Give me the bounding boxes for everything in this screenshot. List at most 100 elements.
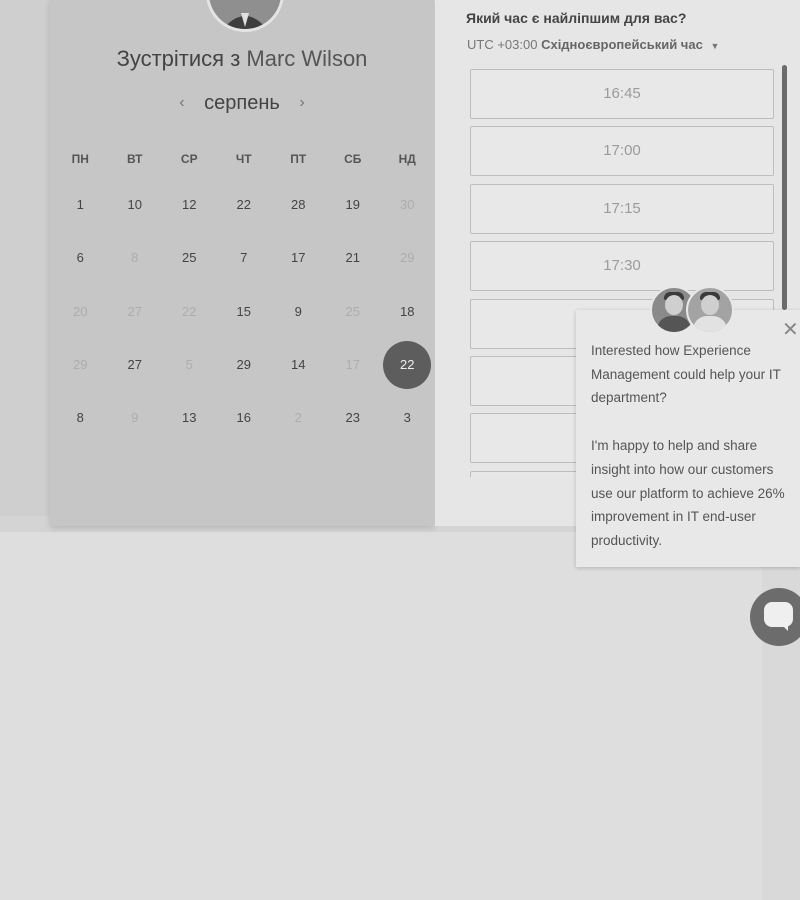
calendar-day[interactable]: 29 [217, 338, 272, 391]
weekday-header: ПТ [290, 152, 307, 166]
calendar-day[interactable]: 21 [326, 231, 381, 284]
calendar-day[interactable]: 15 [217, 285, 272, 338]
slot-scrollbar[interactable] [782, 65, 787, 310]
calendar-day[interactable]: 16 [217, 391, 272, 444]
calendar-day: 29 [53, 338, 108, 391]
month-navigation: ‹ серпень › [50, 92, 434, 115]
calendar-day: 30 [380, 178, 435, 231]
calendar-day: 27 [108, 285, 163, 338]
calendar-day[interactable]: 23 [326, 391, 381, 444]
title-prefix: Зустрітися з [116, 46, 241, 71]
calendar-day-label: 17 [291, 250, 306, 266]
calendar-day-label: 1 [76, 197, 84, 213]
time-slot-button[interactable]: 17:30 [470, 241, 774, 292]
calendar-day-selected[interactable]: 22 [380, 338, 435, 391]
host-avatar [206, 0, 284, 32]
chevron-down-icon: ▼ [710, 41, 720, 51]
calendar-day-label: 14 [291, 357, 306, 373]
calendar-day[interactable]: 13 [162, 391, 217, 444]
calendar-day[interactable]: 18 [380, 285, 435, 338]
calendar-day-label: 21 [345, 250, 360, 266]
calendar-day: 8 [108, 231, 163, 284]
weekday-header: НД [398, 152, 416, 166]
calendar-day[interactable]: 25 [162, 231, 217, 284]
calendar-day-label: 19 [345, 197, 360, 213]
calendar-day-label: 18 [400, 303, 415, 319]
timezone-selector[interactable]: UTC +03:00 Східноєвропейський час ▼ [467, 37, 719, 52]
chat-launcher-button[interactable] [750, 588, 800, 646]
time-slot-button[interactable]: 17:00 [470, 126, 774, 177]
calendar-day-label: 8 [131, 250, 139, 266]
weekday-header: ВТ [126, 152, 143, 166]
calendar-day-label: 8 [76, 410, 84, 426]
calendar-day-label: 20 [73, 303, 88, 319]
calendar-day[interactable]: 12 [162, 178, 217, 231]
calendar-day-label: 29 [236, 357, 251, 373]
calendar-day[interactable]: 22 [217, 178, 272, 231]
calendar-day: 20 [53, 285, 108, 338]
calendar-day-label: 25 [345, 303, 360, 319]
calendar-day[interactable]: 8 [53, 391, 108, 444]
meeting-title: Зустрітися з Marc Wilson [50, 46, 434, 72]
calendar-day-label: 5 [185, 357, 193, 373]
calendar-day-label: 23 [345, 410, 360, 426]
calendar-day: 29 [380, 231, 435, 284]
page-background-left [0, 0, 52, 516]
timezone-offset: UTC +03:00 [467, 37, 538, 52]
calendar-day-label: 30 [400, 197, 415, 213]
calendar-day-label: 2 [294, 410, 302, 426]
time-question: Який час є найліпшим для вас? [466, 10, 687, 26]
calendar-day[interactable]: 14 [271, 338, 326, 391]
calendar-panel: Зустрітися з Marc Wilson ‹ серпень › ПН В… [50, 0, 434, 526]
calendar-day-label: 22 [383, 340, 432, 389]
calendar-day[interactable]: 7 [217, 231, 272, 284]
calendar-day[interactable]: 1 [53, 178, 108, 231]
next-month-button[interactable]: › [285, 94, 318, 112]
calendar-day[interactable]: 6 [53, 231, 108, 284]
calendar-day-label: 7 [240, 250, 248, 266]
calendar-day[interactable]: 28 [271, 178, 326, 231]
timezone-name: Східноєвропейський час [541, 37, 703, 52]
time-slot-button[interactable]: 17:15 [470, 183, 774, 234]
weekday-header: ПН [71, 152, 89, 166]
calendar-day[interactable]: 10 [108, 178, 163, 231]
calendar-day-label: 12 [182, 197, 197, 213]
calendar-day[interactable]: 27 [108, 338, 163, 391]
calendar-day: 17 [326, 338, 381, 391]
chat-message-paragraph: I'm happy to help and share insight into… [591, 438, 785, 548]
calendar-day-label: 9 [294, 303, 302, 319]
calendar-day-label: 22 [236, 197, 251, 213]
close-icon[interactable]: ✕ [782, 320, 799, 340]
chat-message: Interested how Experience Management cou… [591, 339, 796, 553]
chat-popup: ✕ Interested how Experience Management c… [576, 310, 800, 567]
calendar-day-label: 10 [127, 197, 142, 213]
calendar-day-label: 22 [182, 303, 197, 319]
chat-message-paragraph: Interested how Experience Management cou… [591, 343, 781, 406]
prev-month-button[interactable]: ‹ [165, 94, 198, 112]
calendar-day-label: 28 [291, 197, 306, 213]
weekday-header: СБ [344, 152, 362, 166]
host-name: Marc Wilson [246, 46, 368, 71]
weekday-header: СР [180, 152, 198, 166]
calendar-day[interactable]: 3 [380, 391, 435, 444]
calendar-day-label: 27 [127, 357, 142, 373]
calendar-day[interactable]: 9 [271, 285, 326, 338]
calendar-day: 5 [162, 338, 217, 391]
calendar-day-label: 17 [345, 357, 360, 373]
time-slot-button[interactable]: 16:45 [470, 69, 774, 119]
calendar-day-label: 29 [73, 357, 88, 373]
calendar-day-label: 3 [403, 410, 411, 426]
calendar-day-label: 9 [131, 410, 139, 426]
calendar-day-label: 15 [236, 303, 251, 319]
calendar-day[interactable]: 17 [271, 231, 326, 284]
calendar-day[interactable]: 19 [326, 178, 381, 231]
weekday-header: ЧТ [235, 152, 252, 166]
calendar-day-label: 25 [182, 250, 197, 266]
calendar-day-label: 27 [127, 303, 142, 319]
calendar-day: 22 [162, 285, 217, 338]
calendar-day: 25 [326, 285, 381, 338]
chat-agents [650, 286, 734, 334]
calendar-day-label: 13 [182, 410, 197, 426]
calendar-day-label: 29 [400, 250, 415, 266]
agent-avatar [686, 286, 734, 334]
